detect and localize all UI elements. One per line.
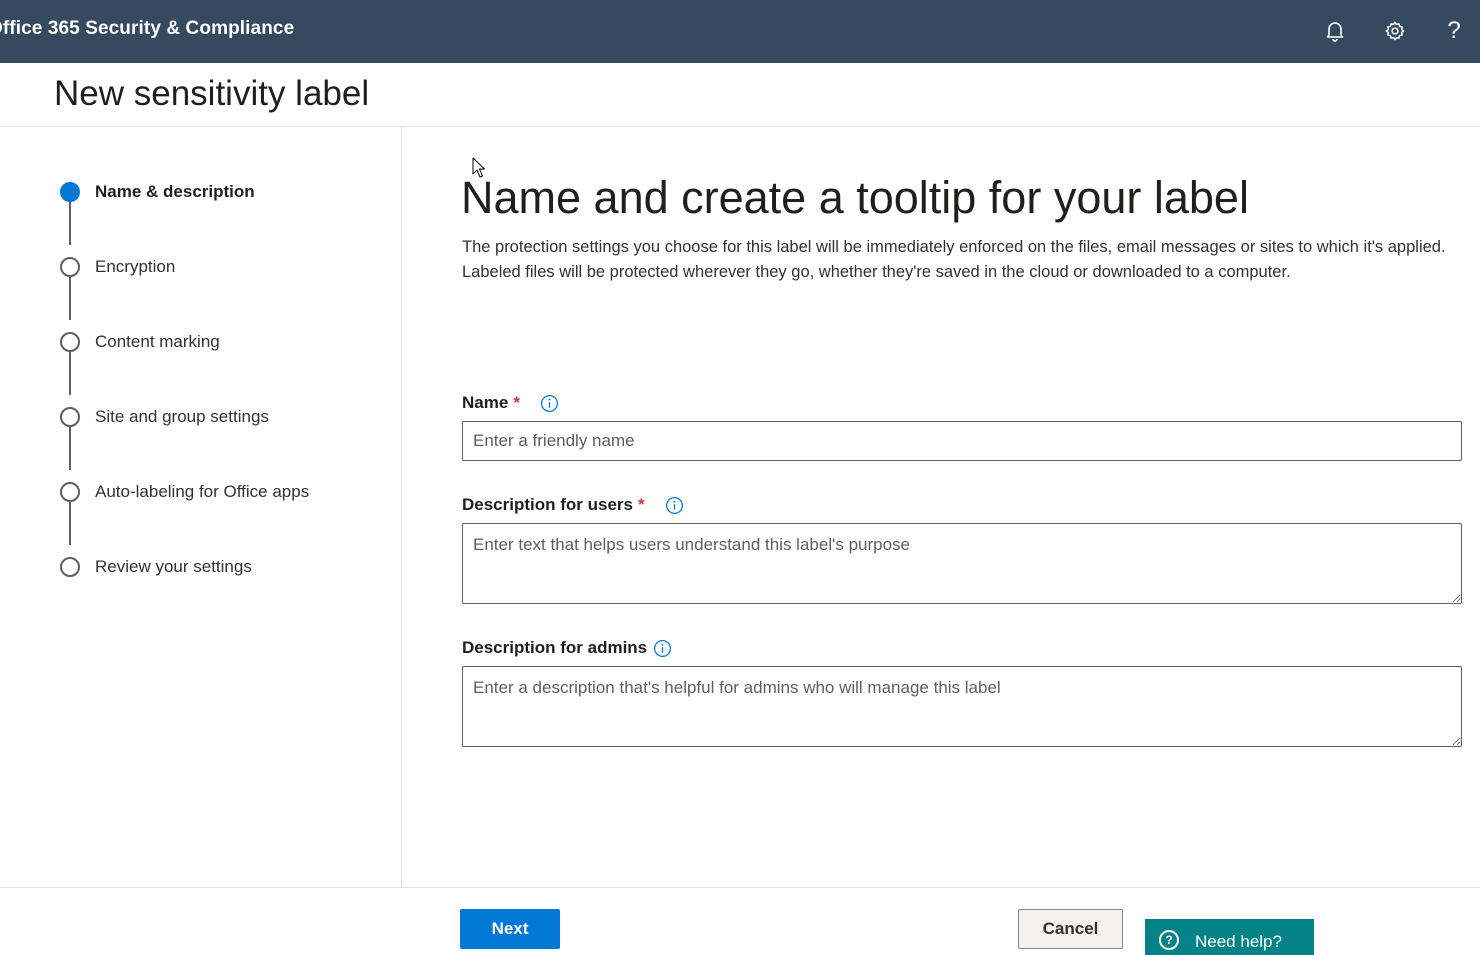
step-connector xyxy=(69,277,71,320)
name-field-label: Name * xyxy=(462,393,559,413)
need-help-label: Need help? xyxy=(1195,932,1282,951)
step-connector xyxy=(69,427,71,470)
required-marker: * xyxy=(638,495,645,514)
required-marker: * xyxy=(513,393,520,412)
step-site-group-settings[interactable]: Site and group settings xyxy=(60,405,269,429)
bell-icon[interactable] xyxy=(1318,14,1352,48)
question-circle-icon: ? xyxy=(1159,930,1179,950)
step-connector xyxy=(69,502,71,545)
wizard-steps-panel xyxy=(0,127,402,887)
page-title: New sensitivity label xyxy=(54,74,370,113)
admins-description-textarea[interactable] xyxy=(462,666,1462,747)
step-auto-labeling[interactable]: Auto-labeling for Office apps xyxy=(60,480,309,504)
help-icon[interactable]: ? xyxy=(1437,14,1471,48)
step-encryption[interactable]: Encryption xyxy=(60,255,175,279)
step-dot-icon xyxy=(60,332,80,352)
step-label: Name & description xyxy=(95,182,255,201)
name-label-text: Name xyxy=(462,393,509,412)
step-label: Review your settings xyxy=(95,557,252,576)
step-dot-icon xyxy=(60,257,80,277)
step-label: Auto-labeling for Office apps xyxy=(95,482,310,501)
users-description-textarea[interactable] xyxy=(462,523,1462,604)
step-label: Site and group settings xyxy=(95,407,269,426)
app-title: Office 365 Security & Compliance xyxy=(0,18,295,39)
step-connector xyxy=(69,352,71,395)
cancel-button[interactable]: Cancel xyxy=(1018,909,1123,949)
admins-description-label: Description for admins xyxy=(462,638,672,658)
gear-icon[interactable] xyxy=(1378,14,1412,48)
step-name-description[interactable]: Name & description xyxy=(60,180,255,204)
step-content-marking[interactable]: Content marking xyxy=(60,330,220,354)
section-heading: Name and create a tooltip for your label xyxy=(461,172,1249,223)
intro-text: The protection settings you choose for t… xyxy=(462,238,1446,281)
top-bar: Office 365 Security & Compliance ? xyxy=(0,0,1480,63)
info-icon[interactable] xyxy=(665,496,684,515)
next-button[interactable]: Next xyxy=(460,909,560,949)
step-connector xyxy=(69,202,71,245)
step-dot-icon xyxy=(60,482,80,502)
step-label: Content marking xyxy=(95,332,220,351)
users-description-label: Description for users * xyxy=(462,495,684,515)
admins-description-label-text: Description for admins xyxy=(462,638,648,657)
need-help-button[interactable]: ? Need help? xyxy=(1145,919,1314,955)
users-description-label-text: Description for users xyxy=(462,495,633,514)
name-input[interactable] xyxy=(462,421,1462,461)
info-icon[interactable] xyxy=(653,639,672,658)
info-icon[interactable] xyxy=(540,394,559,413)
step-label: Encryption xyxy=(95,257,176,276)
step-review-settings[interactable]: Review your settings xyxy=(60,555,252,579)
step-dot-icon xyxy=(60,557,80,577)
page-header: New sensitivity label xyxy=(0,63,1480,127)
step-dot-icon xyxy=(60,407,80,427)
step-active-dot-icon xyxy=(60,182,80,202)
